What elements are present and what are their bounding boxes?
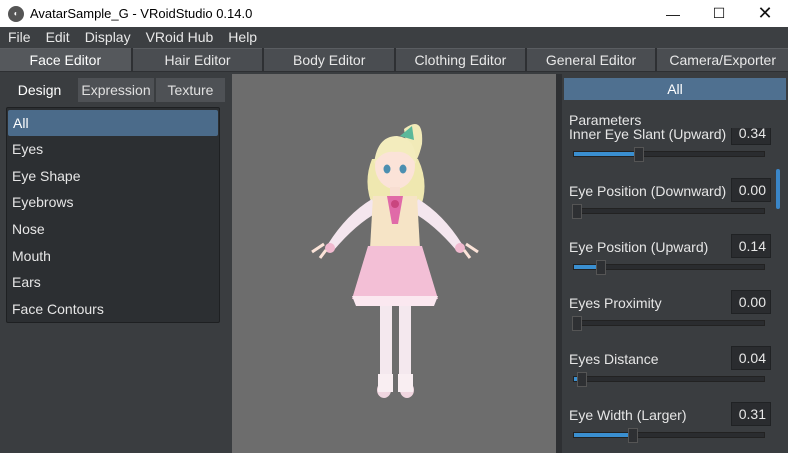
maximize-button[interactable]: ☐ xyxy=(696,0,742,27)
category-eye-shape[interactable]: Eye Shape xyxy=(7,163,219,190)
left-panel: Design Expression Texture All Eyes Eye S… xyxy=(0,74,229,453)
category-nose[interactable]: Nose xyxy=(7,216,219,243)
slider-thumb[interactable] xyxy=(572,316,582,331)
avatar-model xyxy=(311,124,479,398)
close-button[interactable]: ✕ xyxy=(742,0,788,27)
menu-file[interactable]: File xyxy=(0,27,38,48)
parameter-slider[interactable] xyxy=(573,260,765,275)
3d-viewport[interactable] xyxy=(232,74,558,453)
category-mouth[interactable]: Mouth xyxy=(7,242,219,269)
slider-thumb[interactable] xyxy=(627,428,638,443)
parameter-label: Eye Position (Upward) xyxy=(569,239,709,255)
parameter-inner-eye-slant-upward: Inner Eye Slant (Upward) 0.34 xyxy=(569,128,773,176)
face-sub-tabs: Design Expression Texture xyxy=(3,78,227,102)
parameter-eyes-proximity: Eyes Proximity 0.00 xyxy=(569,290,773,345)
parameter-label: Inner Eye Slant (Upward) xyxy=(569,128,727,142)
tab-expression[interactable]: Expression xyxy=(78,78,154,102)
category-eyebrows[interactable]: Eyebrows xyxy=(7,189,219,216)
tab-general-editor[interactable]: General Editor xyxy=(526,48,656,71)
menu-vroid-hub[interactable]: VRoid Hub xyxy=(138,27,221,48)
right-panel: All Parameters Inner Eye Slant (Upward) … xyxy=(562,74,788,453)
category-list: All Eyes Eye Shape Eyebrows Nose Mouth E… xyxy=(6,107,220,323)
slider-thumb[interactable] xyxy=(576,372,587,387)
parameter-value-input[interactable]: 0.00 xyxy=(731,290,771,314)
parameter-value-input[interactable]: 0.31 xyxy=(731,402,771,426)
tab-design[interactable]: Design xyxy=(3,78,76,102)
minimize-button[interactable]: — xyxy=(650,0,696,27)
tab-texture[interactable]: Texture xyxy=(156,78,225,102)
parameter-value-input[interactable]: 0.04 xyxy=(731,346,771,370)
parameter-label: Eyes Proximity xyxy=(569,295,662,311)
parameters-filter-header: All xyxy=(564,78,786,100)
parameters-scrollbar[interactable] xyxy=(776,169,780,209)
tab-hair-editor[interactable]: Hair Editor xyxy=(132,48,263,71)
parameter-slider[interactable] xyxy=(572,204,765,219)
slider-thumb[interactable] xyxy=(595,260,606,275)
category-all[interactable]: All xyxy=(8,110,218,136)
vroid-studio-window: ◐ AvatarSample_G - VRoidStudio 0.14.0 — … xyxy=(0,0,788,453)
parameter-label: Eye Width (Larger) xyxy=(569,407,687,423)
parameter-label: Eyes Distance xyxy=(569,351,659,367)
category-face-contours[interactable]: Face Contours xyxy=(7,296,219,323)
parameter-value-input[interactable]: 0.34 xyxy=(731,128,771,145)
parameter-list: Inner Eye Slant (Upward) 0.34 Eye Positi… xyxy=(562,128,788,453)
parameter-slider[interactable] xyxy=(572,316,765,331)
category-ears[interactable]: Ears xyxy=(7,269,219,296)
parameter-slider[interactable] xyxy=(573,428,765,443)
parameter-slider[interactable] xyxy=(573,147,765,162)
parameter-slider[interactable] xyxy=(573,372,765,387)
menu-display[interactable]: Display xyxy=(77,27,138,48)
menu-help[interactable]: Help xyxy=(220,27,264,48)
parameters-title: Parameters xyxy=(569,112,642,128)
tab-camera-exporter[interactable]: Camera/Exporter xyxy=(657,48,788,71)
window-title: AvatarSample_G - VRoidStudio 0.14.0 xyxy=(30,6,253,21)
editor-tabs: Face Editor Hair Editor Body Editor Clot… xyxy=(0,48,788,72)
menu-edit[interactable]: Edit xyxy=(38,27,77,48)
tab-clothing-editor[interactable]: Clothing Editor xyxy=(396,48,525,71)
vroid-logo-icon: ◐ xyxy=(8,5,24,22)
parameter-value-input[interactable]: 0.00 xyxy=(731,178,771,202)
parameter-eye-position-upward: Eye Position (Upward) 0.14 xyxy=(569,234,773,289)
parameter-label: Eye Position (Downward) xyxy=(569,183,727,199)
tab-face-editor[interactable]: Face Editor xyxy=(0,48,131,71)
parameter-eye-position-downward: Eye Position (Downward) 0.00 xyxy=(569,178,773,233)
parameter-value-input[interactable]: 0.14 xyxy=(731,234,771,258)
slider-thumb[interactable] xyxy=(572,204,582,219)
title-bar: ◐ AvatarSample_G - VRoidStudio 0.14.0 — … xyxy=(0,0,788,27)
menu-bar: File Edit Display VRoid Hub Help xyxy=(0,27,788,48)
slider-thumb[interactable] xyxy=(633,147,644,162)
parameter-eye-width-larger: Eye Width (Larger) 0.31 xyxy=(569,402,773,453)
category-eyes[interactable]: Eyes xyxy=(7,136,219,163)
tab-body-editor[interactable]: Body Editor xyxy=(264,48,395,71)
parameter-eyes-distance: Eyes Distance 0.04 xyxy=(569,346,773,401)
